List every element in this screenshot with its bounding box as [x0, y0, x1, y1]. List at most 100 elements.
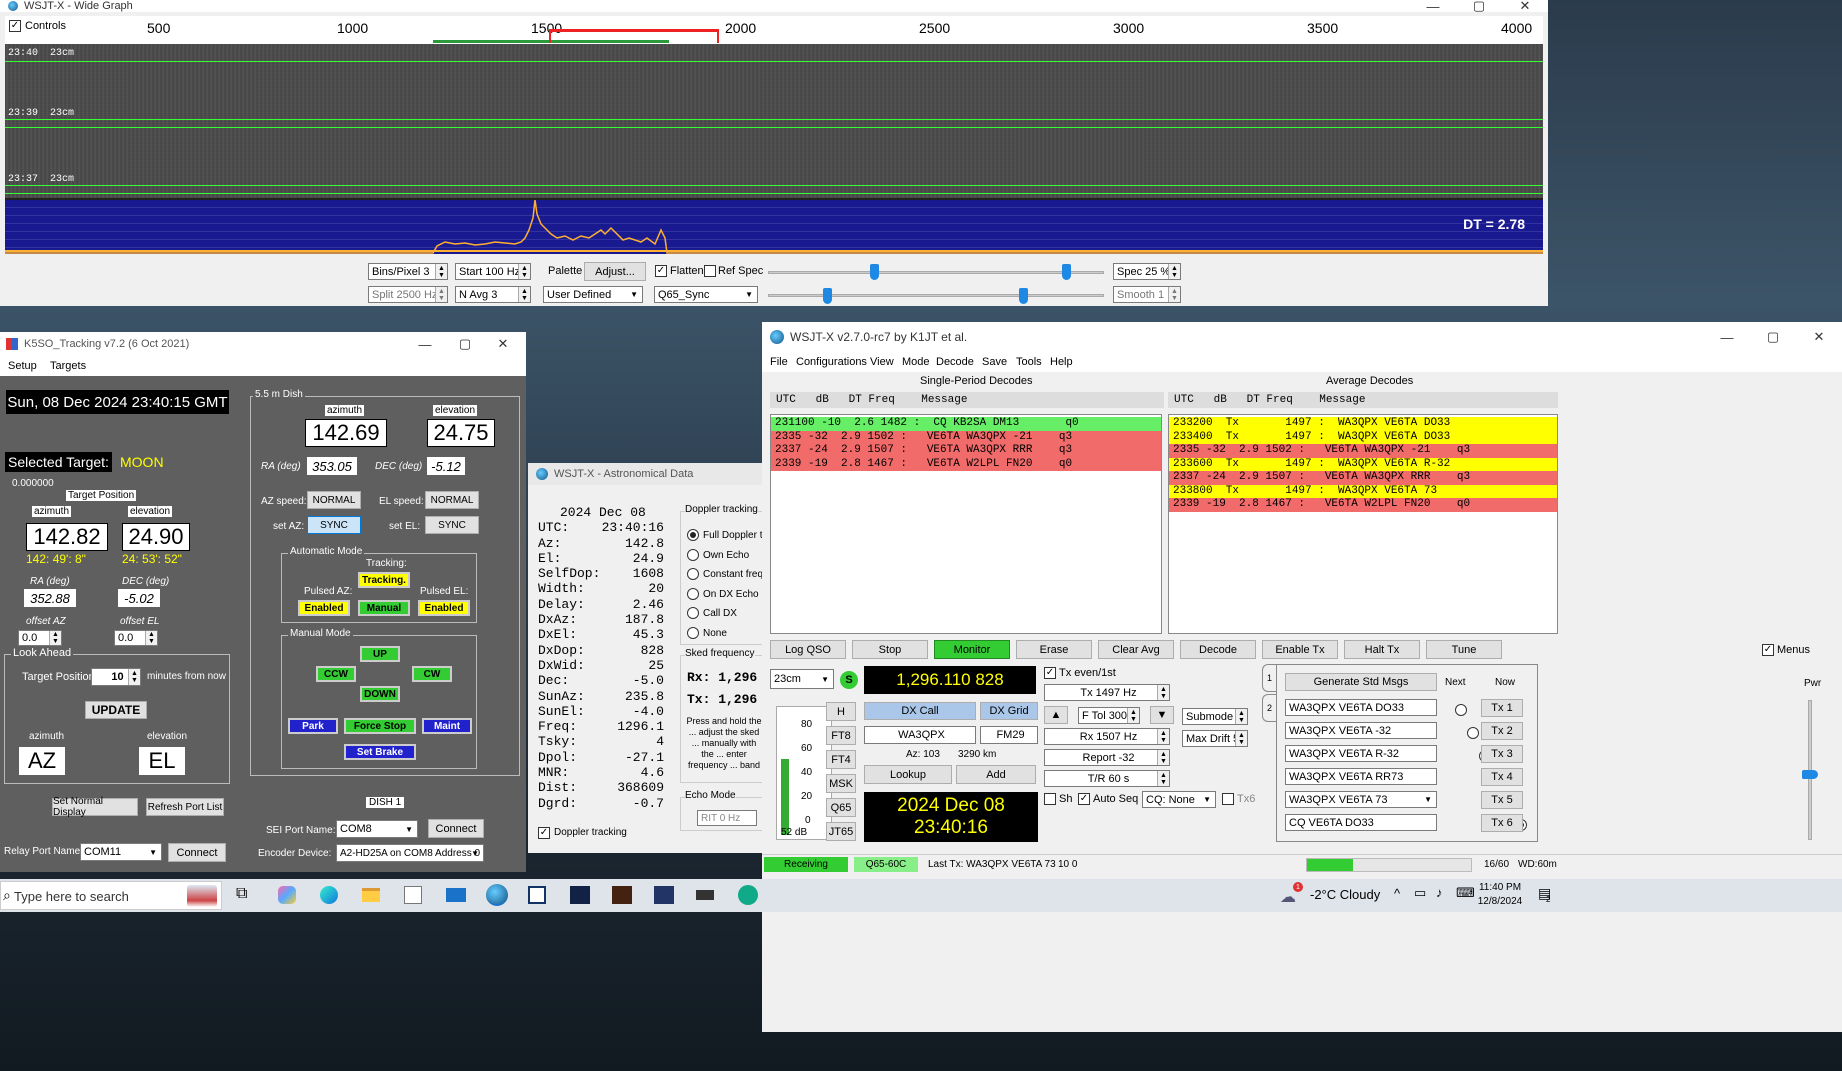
doppler-radio[interactable]	[687, 529, 699, 542]
average-list[interactable]: 233200 Tx 1497 : WA3QPX VE6TA DO33 233400…	[1168, 414, 1558, 634]
decode-row[interactable]: 2337 -24 2.9 1507 : VE6TA WA3QPX RRR q3	[1169, 471, 1557, 485]
frequency-ruler[interactable]: ✓ Controls 500 1000 1500 2000 2500 3000 …	[5, 16, 1543, 44]
menu-view[interactable]: View	[870, 356, 894, 368]
taskbar-clock[interactable]: 11:40 PM 12/8/2024	[1476, 881, 1524, 909]
doppler-tracking-checkbox[interactable]: ✓	[538, 827, 550, 839]
pulsed-el-enabled-button[interactable]: Enabled	[418, 600, 470, 616]
tx-even-checkbox[interactable]: ✓	[1044, 667, 1056, 679]
max-drift-spinbox[interactable]: Max Drift 50 ▲ ▼	[1182, 730, 1248, 747]
gain-slider-track[interactable]	[768, 271, 1104, 274]
report-spinbox[interactable]: Report -32 ▲ ▼	[1044, 749, 1170, 766]
minimize-button[interactable]: —	[1410, 0, 1456, 14]
decode-row[interactable]: 233800 Tx 1497 : WA3QPX VE6TA 73	[1169, 484, 1557, 498]
doppler-radio[interactable]	[687, 587, 699, 600]
clear-avg-button[interactable]: Clear Avg	[1098, 640, 1174, 659]
lookup-button[interactable]: Lookup	[864, 765, 952, 784]
tx-now-button[interactable]: Tx 4	[1481, 768, 1523, 786]
tx-up-button[interactable]: ▲	[1044, 706, 1068, 724]
mode-button-h[interactable]: H	[826, 702, 856, 721]
maximize-button[interactable]: ▢	[1750, 322, 1796, 352]
task-view-icon[interactable]: ⧉	[236, 885, 247, 903]
mail-icon[interactable]	[446, 888, 466, 902]
mode-button-msk[interactable]: MSK	[826, 774, 856, 793]
az-speed-button[interactable]: NORMAL	[307, 491, 361, 509]
decode-row[interactable]: 2339 -19 2.8 1467 : VE6TA W2LPL FN20 q0	[1169, 498, 1557, 512]
tx-now-button[interactable]: Tx 3	[1481, 745, 1523, 763]
el-speed-button[interactable]: NORMAL	[425, 491, 479, 509]
doppler-option[interactable]: On DX Echo	[687, 585, 768, 605]
adjust-button[interactable]: Adjust...	[584, 262, 646, 281]
log-qso-button[interactable]: Log QSO	[770, 640, 846, 659]
pulsed-az-enabled-button[interactable]: Enabled	[298, 600, 350, 616]
decode-row[interactable]: 233600 Tx 1497 : WA3QPX VE6TA R-32	[1169, 457, 1557, 471]
app-taskbar-icon-2[interactable]	[528, 886, 546, 904]
monitor-button[interactable]: Monitor	[934, 640, 1010, 659]
tune-button[interactable]: Tune	[1426, 640, 1502, 659]
erase-button[interactable]: Erase	[1016, 640, 1092, 659]
mode-button-ft8[interactable]: FT8	[826, 726, 856, 745]
tx-now-button[interactable]: Tx 2	[1481, 722, 1523, 740]
close-button[interactable]: ✕	[480, 332, 526, 356]
minimize-button[interactable]: —	[1704, 322, 1750, 352]
menu-configurations[interactable]: Configurations	[796, 356, 867, 368]
keyboard-icon[interactable]: ⌨	[1456, 885, 1475, 901]
menu-save[interactable]: Save	[982, 356, 1007, 368]
offset-el-spinbox[interactable]: 0.0 ▲ ▼	[114, 630, 158, 646]
dx-call-field[interactable]: WA3QPX	[864, 726, 976, 744]
network-icon[interactable]: ▭	[1414, 885, 1426, 901]
maint-button[interactable]: Maint	[422, 718, 472, 734]
dx-grid-field[interactable]: FM29	[980, 726, 1038, 744]
menu-setup[interactable]: Setup	[8, 360, 37, 372]
stop-button[interactable]: Stop	[852, 640, 928, 659]
speaker-icon[interactable]: ♪	[1436, 885, 1443, 900]
force-stop-button[interactable]: Force Stop	[344, 718, 416, 734]
update-button[interactable]: UPDATE	[85, 701, 147, 719]
app-taskbar-icon-6[interactable]	[696, 890, 714, 900]
add-button[interactable]: Add	[956, 765, 1036, 784]
decode-row[interactable]: 231100 -10 2.6 1482 : CQ KB2SA DM13 q0	[771, 417, 1161, 431]
menu-targets[interactable]: Targets	[50, 360, 86, 372]
smooth-spinbox[interactable]: Smooth 1 ▲ ▼	[1113, 286, 1181, 303]
band-select[interactable]: 23cm ▼	[770, 669, 834, 689]
generate-std-msgs-button[interactable]: Generate Std Msgs	[1285, 673, 1437, 691]
tab-1[interactable]: 1	[1262, 664, 1276, 692]
doppler-radio[interactable]	[687, 568, 699, 581]
close-button[interactable]: ✕	[1502, 0, 1548, 13]
decode-row[interactable]: 233200 Tx 1497 : WA3QPX VE6TA DO33	[1169, 417, 1557, 431]
mode-select[interactable]: Q65_Sync ▼	[654, 286, 758, 303]
decode-row[interactable]: 2335 -32 2.9 1502 : VE6TA WA3QPX -21 q3	[1169, 444, 1557, 458]
doppler-radio[interactable]	[687, 607, 699, 620]
tx-down-button[interactable]: ▼	[1150, 706, 1174, 724]
relay-connect-button[interactable]: Connect	[168, 843, 226, 862]
menu-help[interactable]: Help	[1050, 356, 1073, 368]
tx-next-radio[interactable]	[1455, 703, 1467, 716]
sync-el-button[interactable]: SYNC	[425, 516, 479, 534]
tx-message-field[interactable]: WA3QPX VE6TA DO33	[1285, 699, 1437, 716]
manual-button[interactable]: Manual	[358, 600, 410, 616]
mode-button-q65[interactable]: Q65	[826, 798, 856, 817]
sei-port-select[interactable]: COM8 ▼	[336, 820, 418, 838]
down-button[interactable]: DOWN	[360, 686, 400, 702]
navg-spinbox[interactable]: N Avg 3 ▲ ▼	[455, 286, 531, 303]
submode-select[interactable]: Submode C ▲ ▼	[1182, 708, 1248, 725]
chevron-up-icon[interactable]: ^	[1394, 886, 1400, 901]
lower-slider-track[interactable]	[768, 294, 1104, 297]
tx-now-button[interactable]: Tx 1	[1481, 699, 1523, 717]
doppler-option[interactable]: Own Echo	[687, 546, 768, 566]
tx-message-field[interactable]: WA3QPX VE6TA 73 ▼	[1285, 791, 1437, 808]
set-brake-button[interactable]: Set Brake	[344, 744, 416, 760]
wsjtx-taskbar-icon[interactable]	[486, 884, 508, 906]
doppler-option[interactable]: None	[687, 624, 768, 644]
tx-message-field[interactable]: WA3QPX VE6TA R-32	[1285, 745, 1437, 762]
weather-text[interactable]: -2°C Cloudy	[1310, 887, 1380, 902]
decode-row[interactable]: 2339 -19 2.8 1467 : VE6TA W2LPL FN20 q0	[771, 457, 1161, 471]
sh-checkbox[interactable]	[1044, 793, 1056, 805]
doppler-option[interactable]: Full Doppler to	[687, 526, 768, 546]
copilot-icon[interactable]	[278, 886, 296, 904]
auto-seq-checkbox[interactable]: ✓	[1078, 793, 1090, 805]
set-normal-display-button[interactable]: Set Normal Display	[52, 796, 138, 818]
spec-spinbox[interactable]: Spec 25 % ▲ ▼	[1113, 263, 1181, 280]
decode-row[interactable]: 2337 -24 2.9 1507 : VE6TA WA3QPX RRR q3	[771, 444, 1161, 458]
pwr-slider-handle[interactable]	[1802, 770, 1818, 779]
split-spinbox[interactable]: Split 2500 Hz ▲ ▼	[368, 286, 448, 303]
